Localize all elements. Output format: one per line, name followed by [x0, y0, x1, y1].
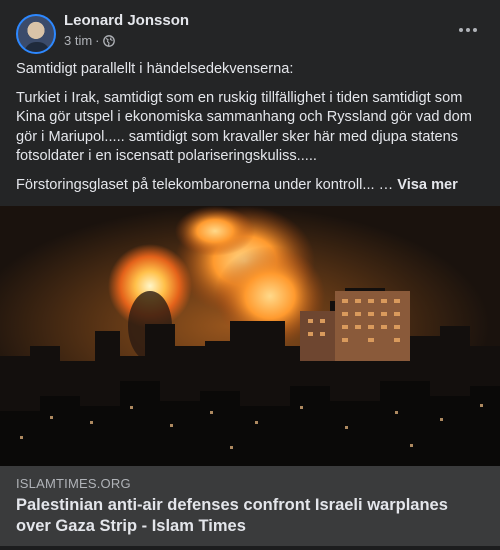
link-title[interactable]: Palestinian anti-air defenses confront I… [16, 495, 486, 537]
link-preview-image[interactable] [0, 206, 500, 466]
author-avatar[interactable] [16, 14, 56, 54]
post-paragraph: Turkiet i Irak, samtidigt som en ruskig … [16, 89, 472, 165]
meta-separator: · [95, 33, 100, 48]
avatar-silhouette [24, 42, 50, 52]
post-header: Leonard Jonsson 3 tim · [0, 0, 500, 60]
post-paragraph: Förstoringsglaset på telekombaronerna un… [16, 176, 394, 193]
link-preview-footer[interactable]: ISLAMTIMES.ORG Palestinian anti-air defe… [0, 466, 500, 550]
post-message: Samtidigt parallellt i händelsedekvenser… [16, 60, 486, 204]
link-domain: ISLAMTIMES.ORG [16, 476, 131, 491]
more-options-button[interactable] [450, 18, 486, 42]
post-paragraph: Samtidigt parallellt i händelsedekvenser… [16, 61, 294, 77]
facebook-post: Leonard Jonsson 3 tim · Samtidigt parall… [0, 0, 500, 550]
see-more-button[interactable]: Visa mer [397, 177, 458, 193]
more-dot [466, 28, 470, 32]
more-dots-icon [459, 28, 463, 32]
author-name[interactable]: Leonard Jonsson [64, 12, 189, 29]
gaza-night-explosion-photo [0, 206, 500, 466]
post-paragraph-last: Förstoringsglaset på telekombaronerna un… [16, 176, 486, 196]
card-bottom-edge [0, 546, 500, 550]
post-meta: 3 tim · [64, 33, 115, 48]
more-dot [473, 28, 477, 32]
globe-icon[interactable] [102, 34, 115, 47]
post-timestamp[interactable]: 3 tim [64, 33, 92, 48]
